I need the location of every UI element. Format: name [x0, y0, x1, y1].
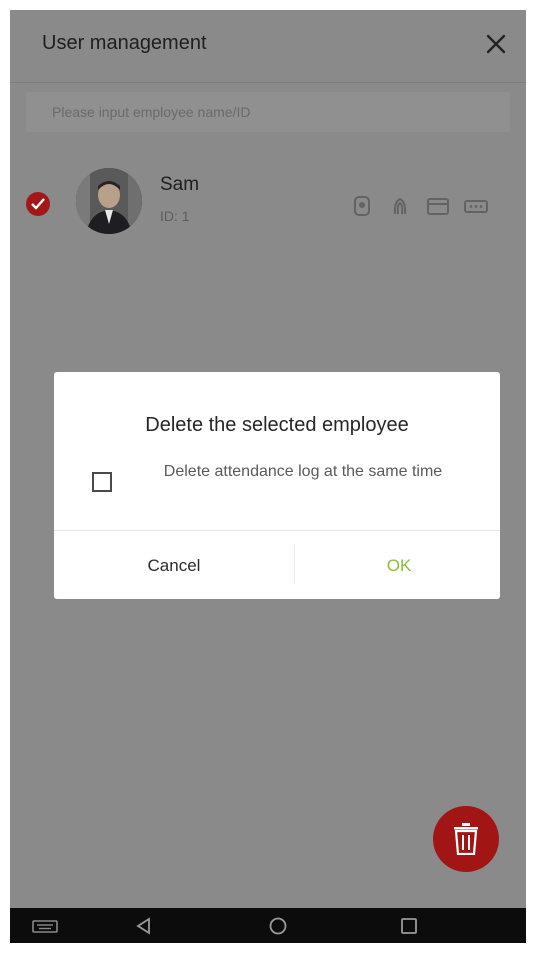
back-icon[interactable]: [134, 916, 154, 936]
delete-log-checkbox[interactable]: [92, 472, 112, 492]
recents-icon[interactable]: [399, 916, 419, 936]
face-icon: [350, 194, 374, 218]
delete-fab-button[interactable]: [433, 806, 499, 872]
app-screen: User management Sam ID: 1: [10, 10, 526, 943]
fingerprint-icon: [388, 194, 412, 218]
auth-methods: [350, 194, 488, 218]
dialog-title: Delete the selected employee: [145, 414, 409, 436]
employee-name: Sam: [160, 174, 200, 195]
divider: [294, 544, 295, 584]
employee-id: ID: 1: [160, 208, 190, 224]
search-box: [26, 92, 510, 132]
trash-icon: [454, 823, 478, 855]
avatar: [76, 168, 142, 234]
home-icon[interactable]: [268, 916, 288, 936]
app-header: User management: [10, 10, 526, 83]
cancel-button[interactable]: Cancel: [94, 531, 254, 599]
page-title: User management: [42, 32, 207, 54]
selected-check-icon[interactable]: [26, 192, 50, 216]
search-input[interactable]: [26, 92, 510, 132]
card-icon: [426, 194, 450, 218]
delete-dialog: Delete the selected employee Delete atte…: [54, 372, 500, 599]
password-icon: [464, 194, 488, 218]
delete-log-label: Delete attendance log at the same time: [163, 463, 443, 480]
system-nav-bar: [10, 908, 526, 943]
close-icon[interactable]: [482, 30, 510, 58]
keyboard-icon[interactable]: [32, 916, 58, 936]
ok-button[interactable]: OK: [324, 531, 474, 599]
list-item[interactable]: Sam ID: 1: [10, 156, 526, 246]
